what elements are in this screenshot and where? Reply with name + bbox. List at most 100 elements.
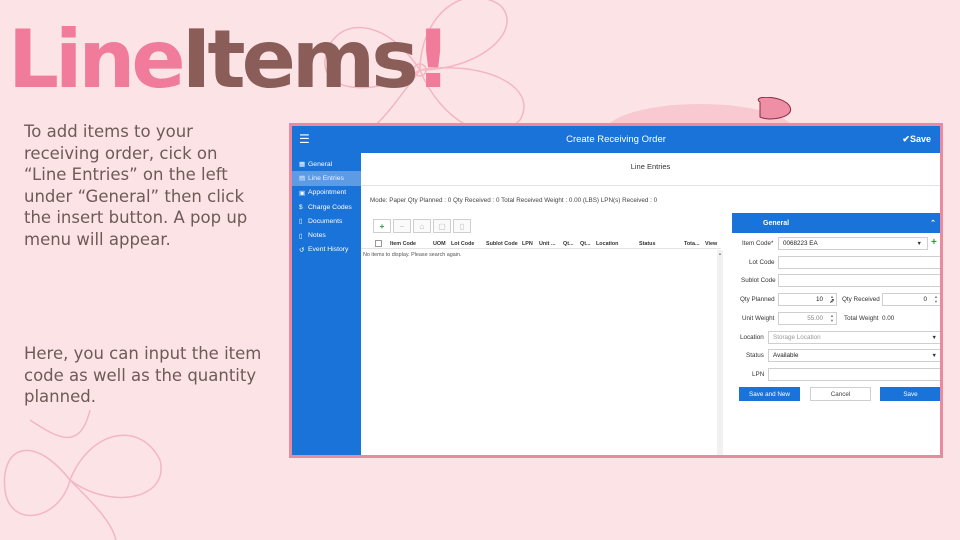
flower-decoration-bottom-left [3, 409, 162, 540]
insert-button[interactable]: + [373, 219, 391, 233]
qty-received-value: 0 [923, 296, 927, 303]
cancel-button[interactable]: Cancel [810, 387, 871, 401]
save-and-new-button[interactable]: Save and New [739, 387, 800, 401]
sidebar-item-line-entries[interactable]: ▤ Line Entries [292, 171, 361, 186]
add-item-plus-icon[interactable]: + [931, 237, 937, 248]
qty-received-stepper[interactable]: 0 ▲ ▼ [882, 293, 940, 306]
sidebar-item-label: Notes [308, 232, 326, 240]
save-button[interactable]: Save [880, 387, 940, 401]
scroll-up-icon[interactable]: ▲ [718, 251, 722, 256]
total-weight-value: 0.00 [882, 315, 895, 322]
column-header[interactable]: LPN [522, 241, 533, 247]
unit-weight-value: 55.00 [807, 315, 823, 322]
total-weight-label: Total Weight [844, 315, 879, 322]
lot-code-row: Lot Code [732, 256, 940, 270]
vertical-scrollbar[interactable]: ▲ ▼ [717, 250, 723, 458]
grid-header: Item Code UOM Lot Code Sublot Code LPN U… [361, 238, 721, 249]
instruction-paragraph-2: Here, you can input the item code as wel… [24, 344, 262, 406]
scroll-down-icon[interactable]: ▼ [718, 456, 722, 458]
column-header[interactable]: Item Code [390, 241, 416, 247]
item-code-select[interactable]: 0068223 EA ▼ [778, 237, 928, 250]
sidebar-item-charge-codes[interactable]: $ Charge Codes [292, 200, 361, 214]
app-header: ☰ Create Receiving Order ✔Save [292, 126, 940, 153]
line-entries-grid: + − ⌂ ▢ ▯ Item Code UOM Lot Code Sublot … [361, 213, 727, 455]
weight-row: Unit Weight 55.00 ▲ ▼ Total Weight 0.00 [732, 312, 940, 326]
qty-received-label: Qty Received [842, 296, 880, 303]
title-part-line: Line [8, 13, 186, 106]
sublot-code-row: Sublot Code [732, 274, 940, 288]
column-header[interactable]: View [705, 241, 717, 247]
column-header[interactable]: Lot Code [451, 241, 474, 247]
sidebar-item-documents[interactable]: ▯ Documents [292, 214, 361, 228]
chevron-up-icon[interactable]: ⌃ [930, 219, 936, 227]
document-icon: ▯ [299, 218, 303, 226]
lot-code-field[interactable] [778, 256, 940, 269]
sidebar-item-general[interactable]: ▦ General [292, 157, 361, 171]
app-screenshot: ☰ Create Receiving Order ✔Save ▦ General … [289, 123, 943, 458]
header-save-label: Save [909, 134, 931, 144]
column-header[interactable]: Qt... [580, 241, 590, 247]
sidebar-item-label: Appointment [308, 189, 347, 197]
sublot-code-field[interactable] [778, 274, 940, 287]
caret-down-icon: ▼ [931, 335, 937, 341]
status-label: Status [746, 352, 764, 359]
grid-toolbar: + − ⌂ ▢ ▯ [373, 219, 471, 233]
stepper-arrows-icon[interactable]: ▲ ▼ [830, 313, 834, 323]
app-title: Create Receiving Order [566, 134, 666, 145]
copy-icon-button[interactable]: ▢ [433, 219, 451, 233]
title-exclamation: ! [414, 13, 452, 106]
location-placeholder: Storage Location [773, 334, 821, 341]
sidebar-item-appointment[interactable]: ▣ Appointment [292, 186, 361, 200]
remove-button[interactable]: − [393, 219, 411, 233]
unit-weight-stepper[interactable]: 55.00 ▲ ▼ [778, 312, 837, 325]
column-header[interactable]: Sublot Code [486, 241, 518, 247]
stepper-arrows-icon[interactable]: ▲ ▼ [934, 294, 938, 304]
column-header[interactable]: Unit ... [539, 241, 555, 247]
sidebar-item-notes[interactable]: ▯ Notes [292, 228, 361, 242]
empty-message: No items to display. Please search again… [363, 252, 462, 258]
column-header[interactable]: Status [639, 241, 655, 247]
main-content: Line Entries Mode: Paper Qty Planned : 0… [361, 153, 940, 455]
caret-down-icon: ▼ [931, 353, 937, 359]
sidebar-item-label: General [308, 160, 333, 168]
qty-planned-value: 10 [815, 296, 823, 303]
delete-icon-button[interactable]: ▯ [453, 219, 471, 233]
sidebar-item-label: Documents [308, 217, 343, 225]
column-header[interactable]: UOM [433, 241, 446, 247]
sublot-code-label: Sublot Code [741, 277, 776, 284]
instruction-paragraph-1: To add items to your receiving order, ci… [24, 122, 248, 249]
location-select[interactable]: Storage Location ▼ [768, 331, 940, 344]
title-part-items: Items [181, 13, 419, 106]
lpn-field[interactable] [768, 368, 940, 381]
unit-weight-label: Unit Weight [742, 315, 775, 322]
grid-icon: ▦ [299, 161, 306, 169]
quantity-row: Qty Planned 10 ▲ ▼ ➚ Qty Received 0 ▲ ▼ [732, 293, 940, 307]
sidebar-item-label: Charge Codes [308, 203, 352, 211]
status-row: Status Available ▼ [732, 349, 940, 363]
lpn-row: LPN [732, 368, 940, 382]
sidebar-item-label: Line Entries [308, 174, 344, 182]
general-popup-panel: General ⌃ Item Code* 0068223 EA ▼ + Lot … [732, 213, 940, 455]
sidebar: ▦ General ▤ Line Entries ▣ Appointment $ Cha… [292, 153, 361, 455]
qty-planned-label: Qty Planned [740, 296, 775, 303]
select-all-checkbox[interactable] [375, 240, 382, 247]
column-header[interactable]: Qt... [563, 241, 573, 247]
caret-down-icon: ▼ [916, 241, 922, 247]
sidebar-item-label: Event History [308, 246, 349, 254]
panel-header: General ⌃ [732, 213, 940, 233]
status-select[interactable]: Available ▼ [768, 349, 940, 362]
slide-title: LineItems! [8, 20, 451, 100]
status-value: Available [773, 352, 799, 359]
sidebar-item-event-history[interactable]: ↺ Event History [292, 243, 361, 257]
calendar-icon: ▣ [299, 189, 306, 197]
column-header[interactable]: Tota... [684, 241, 699, 247]
column-header[interactable]: Location [596, 241, 618, 247]
summary-bar: Mode: Paper Qty Planned : 0 Qty Received… [370, 197, 658, 204]
divider [361, 185, 940, 186]
lpn-label: LPN [752, 371, 765, 378]
header-save-button[interactable]: ✔Save [902, 134, 931, 145]
location-row: Location Storage Location ▼ [732, 331, 940, 345]
home-icon-button[interactable]: ⌂ [413, 219, 431, 233]
mouse-cursor-icon: ➚ [829, 298, 835, 305]
item-code-label: Item Code* [742, 240, 774, 247]
